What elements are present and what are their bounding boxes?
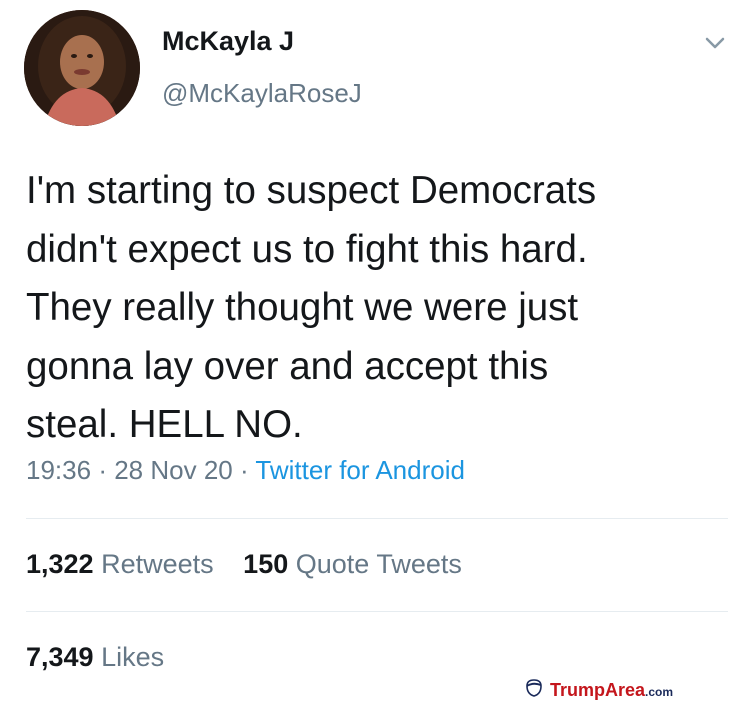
quote-tweets-count: 150: [243, 549, 289, 579]
meta-separator: ·: [98, 455, 107, 485]
user-handle[interactable]: @McKaylaRoseJ: [162, 78, 362, 109]
trump-logo-icon: [524, 678, 544, 703]
divider: [26, 611, 728, 612]
divider: [26, 518, 728, 519]
watermark-domain: .com: [645, 685, 674, 699]
avatar-image: [24, 10, 140, 126]
likes-count: 7,349: [26, 642, 94, 672]
retweets-stat[interactable]: 1,322 Retweets: [26, 549, 214, 579]
tweet-text-line: They really thought we were just: [26, 286, 579, 329]
engagement-stats: 1,322 Retweets 150 Quote Tweets: [26, 549, 484, 580]
tweet-card: McKayla J @McKaylaRoseJ I'm starting to …: [0, 0, 740, 704]
likes-stat[interactable]: 7,349 Likes: [26, 642, 164, 672]
tweet-text: I'm starting to suspect Democrats didn't…: [26, 162, 726, 455]
quote-tweets-label: Quote Tweets: [295, 549, 462, 579]
watermark-name: TrumpArea: [550, 679, 646, 700]
chevron-down-icon[interactable]: [702, 30, 728, 56]
meta-separator: ·: [239, 455, 249, 485]
avatar[interactable]: [24, 10, 140, 126]
tweet-source-link[interactable]: Twitter for Android: [255, 455, 465, 485]
tweet-text-line: steal. HELL NO.: [26, 403, 303, 446]
retweets-count: 1,322: [26, 549, 94, 579]
tweet-text-line: didn't expect us to fight this hard.: [26, 227, 588, 271]
watermark: TrumpArea .com: [524, 678, 673, 702]
tweet-text-line: I'm starting to suspect Democrats: [26, 169, 597, 212]
likes-label: Likes: [101, 642, 165, 672]
tweet-text-line: gonna lay over and accept this: [26, 344, 549, 388]
quote-tweets-stat[interactable]: 150 Quote Tweets: [243, 549, 462, 579]
tweet-meta: 19:36 · 28 Nov 20 · Twitter for Android: [26, 455, 465, 486]
likes-row: 7,349 Likes: [26, 642, 186, 673]
retweets-label: Retweets: [101, 549, 214, 579]
tweet-time[interactable]: 19:36: [26, 455, 91, 485]
display-name[interactable]: McKayla J: [162, 26, 294, 57]
tweet-date[interactable]: 28 Nov 20: [114, 455, 233, 485]
